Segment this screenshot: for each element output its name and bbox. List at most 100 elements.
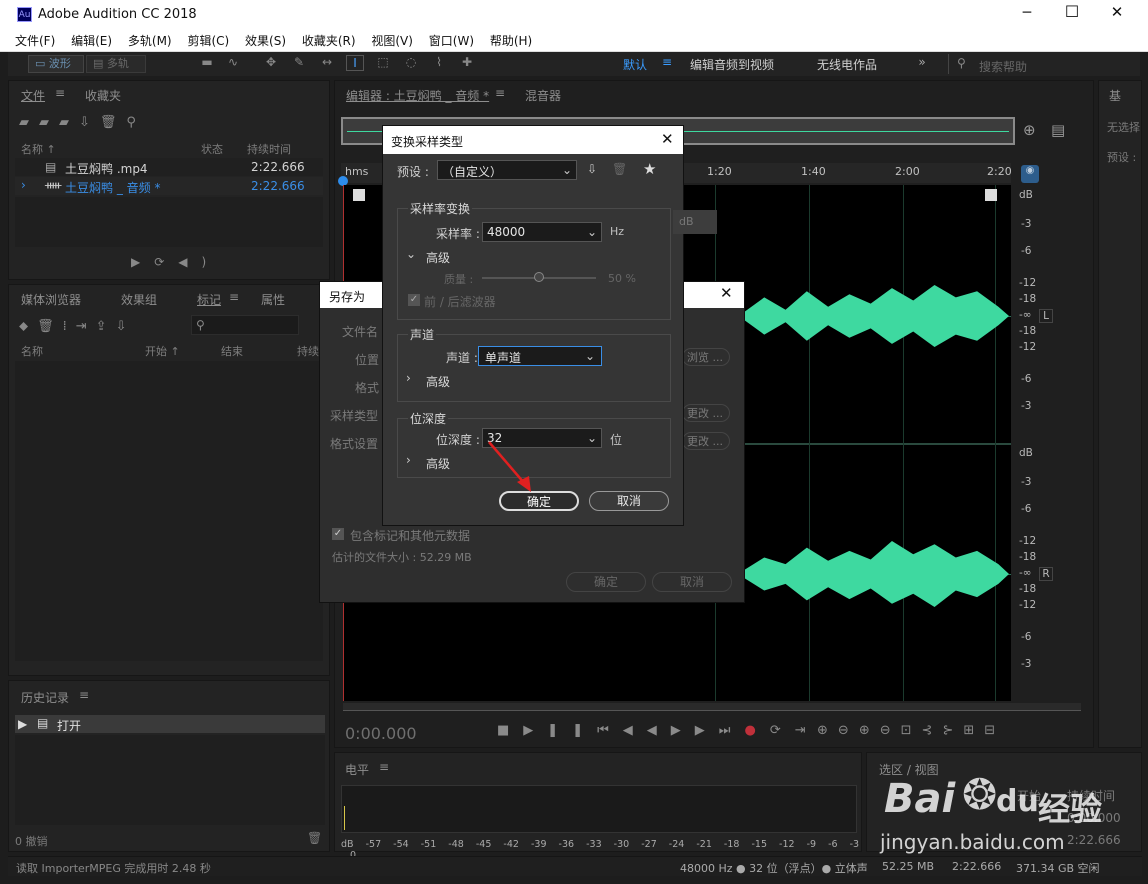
quality-slider[interactable]: [482, 272, 596, 282]
fade-in-handle-icon[interactable]: [353, 189, 365, 201]
marker-delete-icon[interactable]: 🗑: [37, 319, 63, 334]
file-row[interactable]: ▤ 土豆焖鸭 .mp4 2:22.666: [15, 158, 323, 176]
menu-effects[interactable]: 效果(S): [245, 30, 286, 52]
menu-multitrack[interactable]: 多轨(M): [128, 30, 172, 52]
horizontal-scrollbar[interactable]: [343, 703, 1081, 711]
menu-clip[interactable]: 剪辑(C): [187, 30, 229, 52]
workspace-default[interactable]: 默认: [623, 56, 647, 73]
expand-icon[interactable]: ›: [21, 178, 26, 192]
brush-icon[interactable]: ⌇: [430, 55, 448, 69]
tab-effects-rack[interactable]: 效果组: [121, 291, 157, 308]
channel-label-r[interactable]: R: [1039, 567, 1053, 581]
channel-label-l[interactable]: L: [1039, 309, 1053, 323]
zoom-in-amp-icon[interactable]: ⊕: [817, 723, 838, 738]
prefilter-checkbox[interactable]: ✓: [408, 294, 420, 306]
record-icon[interactable]: ●: [745, 723, 770, 738]
col-status[interactable]: 状态: [201, 141, 223, 157]
preset-select[interactable]: （自定义） ⌄: [437, 160, 577, 180]
workspace-radio[interactable]: 无线电作品: [817, 56, 877, 73]
change-sample-type-button[interactable]: 更改 ...: [682, 404, 730, 422]
close-icon[interactable]: ✕: [1107, 3, 1127, 21]
go-end-icon[interactable]: ⏭: [719, 723, 745, 738]
folder-icon[interactable]: ▰: [19, 115, 39, 130]
marker-add-icon[interactable]: ⬥: [19, 319, 37, 334]
tab-media-browser[interactable]: 媒体浏览器: [21, 291, 81, 308]
save-as-ok-button[interactable]: 确定: [566, 572, 646, 592]
col-name[interactable]: 名称 ↑: [21, 141, 56, 157]
history-menu[interactable]: ≡: [79, 688, 89, 702]
menu-file[interactable]: 文件(F): [15, 30, 55, 52]
minimize-icon[interactable]: ─: [1017, 5, 1037, 21]
preview-volume-icon[interactable]: ◀): [178, 255, 220, 269]
menu-help[interactable]: 帮助(H): [490, 30, 532, 52]
zoom-in-right-icon[interactable]: ⊱: [942, 723, 963, 738]
col-duration[interactable]: 持续时间: [247, 141, 291, 157]
markers-search[interactable]: ⚲: [191, 315, 299, 335]
zoom-in-time-icon[interactable]: ⊕: [859, 723, 880, 738]
menu-edit[interactable]: 编辑(E): [71, 30, 112, 52]
chevron-right-icon[interactable]: ›: [406, 371, 411, 385]
save-preset-icon[interactable]: ⇩: [587, 162, 597, 176]
delete-icon[interactable]: 🗑: [100, 115, 127, 130]
delete-preset-icon[interactable]: 🗑: [612, 162, 627, 176]
zoom-out-amp-icon[interactable]: ⊖: [838, 723, 859, 738]
channels-advanced-toggle[interactable]: 高级: [426, 373, 450, 390]
stop-icon[interactable]: ■: [497, 723, 523, 738]
files-search-icon[interactable]: ⚲: [126, 115, 146, 130]
essential-panel-title[interactable]: 基: [1109, 87, 1121, 104]
zoom-full-icon[interactable]: ⊡: [901, 723, 922, 738]
slip-tool-icon[interactable]: ↔: [318, 55, 336, 69]
more-workspaces-icon[interactable]: »: [913, 55, 931, 69]
history-delete-icon[interactable]: 🗑: [307, 831, 322, 845]
change-format-button[interactable]: 更改 ...: [682, 432, 730, 450]
editor-tab-menu[interactable]: ≡: [495, 86, 505, 100]
favorite-star-icon[interactable]: ★: [643, 160, 656, 178]
history-item[interactable]: ▶ ▤ 打开: [15, 715, 325, 733]
convert-close-icon[interactable]: ✕: [661, 130, 674, 148]
tab-files[interactable]: 文件: [21, 87, 45, 104]
current-time[interactable]: 0:00.000: [345, 724, 417, 743]
tab-editor[interactable]: 编辑器 : 土豆焖鸭 _ 音频 *: [346, 87, 489, 104]
lasso-icon[interactable]: ◌: [402, 55, 420, 69]
preview-loop-icon[interactable]: ⟳: [154, 255, 178, 269]
browse-button[interactable]: 浏览 ...: [682, 348, 730, 366]
forward-icon[interactable]: ▶▶: [671, 723, 719, 738]
cancel-button[interactable]: 取消: [589, 491, 669, 511]
markers-tab-menu[interactable]: ≡: [229, 290, 239, 304]
files-tab-menu[interactable]: ≡: [55, 86, 65, 100]
include-markers-checkbox[interactable]: ✓: [332, 528, 344, 540]
marquee-icon[interactable]: ⬚: [374, 55, 392, 69]
levels-menu[interactable]: ≡: [379, 760, 389, 774]
workspace-video[interactable]: 编辑音频到视频: [690, 56, 774, 73]
tab-properties[interactable]: 属性: [261, 291, 285, 308]
import-icon[interactable]: ▰: [39, 115, 59, 130]
insert-icon[interactable]: ⇩: [79, 115, 100, 130]
fade-out-handle-icon[interactable]: [985, 189, 997, 201]
go-start-icon[interactable]: ⏮: [597, 723, 623, 738]
play-icon[interactable]: ▶: [523, 723, 547, 738]
loop-icon[interactable]: ⟳: [770, 723, 795, 738]
pause-icon[interactable]: ❚❚: [547, 723, 597, 738]
pitch-icon[interactable]: ∿: [224, 55, 242, 69]
col-marker-end[interactable]: 结束: [221, 343, 243, 359]
healing-icon[interactable]: ✚: [458, 55, 476, 69]
quality-slider-thumb[interactable]: [534, 272, 544, 282]
tab-favorites[interactable]: 收藏夹: [85, 87, 121, 104]
col-marker-start[interactable]: 开始 ↑: [145, 343, 180, 359]
marker-merge-icon[interactable]: ⁞: [63, 319, 76, 334]
zoom-fit-icon[interactable]: ⊟: [984, 723, 1005, 738]
menu-favorites[interactable]: 收藏夹(R): [302, 30, 356, 52]
col-marker-name[interactable]: 名称: [21, 343, 43, 359]
save-as-close-icon[interactable]: ✕: [720, 284, 733, 302]
zoom-navigator-icon[interactable]: ⊕: [1023, 121, 1036, 139]
preview-play-icon[interactable]: ▶: [131, 255, 154, 269]
time-selection-icon[interactable]: I: [346, 55, 364, 71]
zoom-in-left-icon[interactable]: ⊰: [922, 723, 943, 738]
workspace-menu-icon[interactable]: ≡: [662, 55, 672, 69]
chevron-right-icon[interactable]: ›: [406, 453, 411, 467]
maximize-icon[interactable]: ☐: [1062, 2, 1082, 21]
marker-batch-icon[interactable]: ⇩: [116, 319, 136, 334]
marker-insert-icon[interactable]: ⇥: [76, 319, 96, 334]
chevron-down-icon[interactable]: ⌄: [406, 247, 416, 261]
waveform-view-button[interactable]: ▭ 波形: [28, 55, 84, 73]
